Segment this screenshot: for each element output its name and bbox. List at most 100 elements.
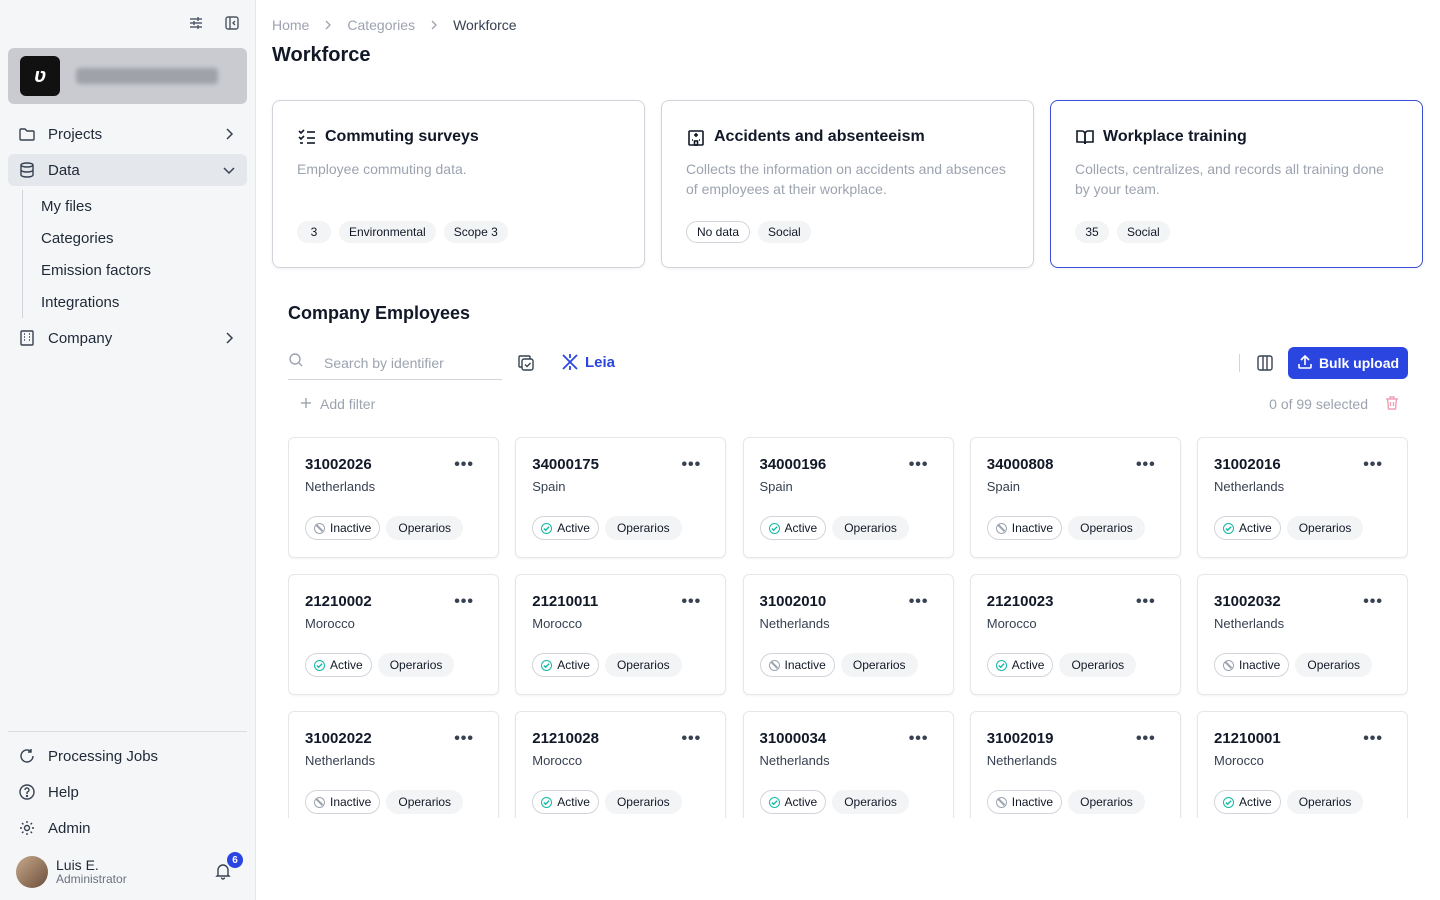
employee-country: Netherlands — [759, 616, 830, 631]
employee-card[interactable]: 21210023 Morocco ••• Active Operarios — [969, 574, 1181, 695]
bulk-upload-label: Bulk upload — [1318, 355, 1400, 371]
page-title: Workforce — [272, 44, 371, 66]
trash-icon[interactable] — [1384, 395, 1400, 416]
search-input[interactable] — [324, 354, 494, 371]
employee-card[interactable]: 31000034 Netherlands ••• Active Operario… — [742, 711, 954, 818]
more-options-icon[interactable]: ••• — [909, 456, 929, 474]
employee-card[interactable]: 34000175 Spain ••• Active Operarios — [515, 437, 727, 558]
copy-check-icon[interactable] — [517, 354, 535, 377]
subnav-item-integrations[interactable]: Integrations — [23, 286, 247, 318]
employee-grid: 31002026 Netherlands ••• Inactive Operar… — [288, 437, 1408, 818]
hospital-icon — [686, 127, 706, 147]
employee-card[interactable]: 31002026 Netherlands ••• Inactive Operar… — [288, 437, 499, 558]
employee-card[interactable]: 21210001 Morocco ••• Active Operarios — [1197, 711, 1408, 818]
building-icon — [18, 329, 36, 347]
category-tag: Social — [758, 221, 811, 243]
more-options-icon[interactable]: ••• — [1363, 593, 1383, 611]
status-label: Active — [557, 658, 590, 672]
more-options-icon[interactable]: ••• — [1136, 593, 1156, 611]
employee-grid-scroll[interactable]: 31002026 Netherlands ••• Inactive Operar… — [288, 437, 1408, 818]
check-circle-icon — [768, 796, 780, 808]
checklist-icon — [297, 127, 317, 147]
employees-toolbar: Leia Bulk upload — [288, 346, 1408, 380]
category-card-accidents-absenteeism[interactable]: Accidents and absenteeism Collects the i… — [661, 100, 1034, 268]
nav-item-company[interactable]: Company — [8, 322, 247, 354]
organization-switcher[interactable]: ʋ — [8, 48, 247, 104]
more-options-icon[interactable]: ••• — [1363, 730, 1383, 748]
role-badge: Operarios — [832, 516, 909, 540]
employee-card[interactable]: 21210028 Morocco ••• Active Operarios — [515, 711, 727, 818]
role-badge: Operarios — [840, 653, 918, 677]
employee-card[interactable]: 31002010 Netherlands ••• Inactive Operar… — [742, 574, 954, 695]
category-card-commuting-surveys[interactable]: Commuting surveys Employee commuting dat… — [272, 100, 645, 268]
bulk-upload-button[interactable]: Bulk upload — [1288, 347, 1408, 379]
book-icon — [1075, 127, 1095, 147]
leia-ai-button[interactable]: Leia — [561, 353, 615, 371]
employee-country: Netherlands — [759, 753, 830, 768]
user-profile[interactable]: Luis E. Administrator — [16, 856, 127, 888]
search-icon — [288, 352, 304, 373]
employee-card[interactable]: 31002016 Netherlands ••• Active Operario… — [1197, 437, 1408, 558]
nav-item-label: Projects — [48, 125, 103, 143]
category-description: Collects the information on accidents an… — [686, 161, 1006, 197]
nav-item-admin[interactable]: Admin — [8, 812, 247, 844]
role-badge: Operarios — [1286, 790, 1364, 814]
breadcrumb-categories[interactable]: Categories — [347, 17, 415, 33]
nav-item-processing-jobs[interactable]: Processing Jobs — [8, 740, 247, 772]
organization-name-redacted — [76, 68, 218, 84]
category-count-badge: 3 — [297, 221, 331, 243]
breadcrumb-home[interactable]: Home — [272, 17, 309, 33]
check-circle-icon — [768, 522, 780, 534]
more-options-icon[interactable]: ••• — [1136, 730, 1156, 748]
sidebar-top-actions — [187, 14, 241, 32]
employee-card[interactable]: 31002032 Netherlands ••• Inactive Operar… — [1197, 574, 1408, 695]
role-badge: Operarios — [604, 516, 682, 540]
employee-card[interactable]: 34000808 Spain ••• Inactive Operarios — [969, 437, 1181, 558]
category-card-workplace-training[interactable]: Workplace training Collects, centralizes… — [1050, 100, 1423, 268]
more-options-icon[interactable]: ••• — [1363, 456, 1383, 474]
ban-icon — [1223, 659, 1234, 671]
more-options-icon[interactable]: ••• — [454, 593, 474, 611]
user-role: Administrator — [56, 872, 127, 887]
status-badge: Active — [1214, 790, 1281, 814]
main-content: Home Categories Workforce Workforce Comm… — [256, 0, 1440, 900]
employee-card[interactable]: 31002022 Netherlands ••• Inactive Operar… — [288, 711, 499, 818]
more-options-icon[interactable]: ••• — [454, 456, 474, 474]
employee-card[interactable]: 21210002 Morocco ••• Active Operarios — [288, 574, 499, 695]
upload-icon — [1297, 354, 1313, 373]
nav-item-data[interactable]: Data — [8, 154, 247, 186]
more-options-icon[interactable]: ••• — [681, 730, 701, 748]
subnav-item-emission-factors[interactable]: Emission factors — [23, 254, 247, 286]
more-options-icon[interactable]: ••• — [681, 593, 701, 611]
subnav-item-categories[interactable]: Categories — [23, 222, 247, 254]
category-count-badge: No data — [686, 221, 751, 243]
employee-card[interactable]: 34000196 Spain ••• Active Operarios — [742, 437, 954, 558]
subnav-item-my-files[interactable]: My files — [23, 190, 247, 222]
more-options-icon[interactable]: ••• — [1136, 456, 1156, 474]
category-tag: Scope 3 — [443, 221, 508, 243]
status-badge: Inactive — [986, 516, 1063, 540]
nav-item-help[interactable]: Help — [8, 776, 247, 808]
columns-icon[interactable] — [1256, 354, 1274, 377]
more-options-icon[interactable]: ••• — [909, 593, 929, 611]
check-circle-icon — [541, 796, 553, 808]
nav-item-projects[interactable]: Projects — [8, 118, 247, 150]
status-badge: Inactive — [305, 516, 381, 540]
employee-card[interactable]: 31002019 Netherlands ••• Inactive Operar… — [969, 711, 1181, 818]
add-filter-button[interactable]: Add filter — [300, 396, 375, 412]
collapse-sidebar-icon[interactable] — [223, 14, 241, 32]
user-name: Luis E. — [56, 856, 99, 873]
status-badge: Active — [759, 790, 827, 814]
employee-card[interactable]: 21210011 Morocco ••• Active Operarios — [515, 574, 727, 695]
status-label: Inactive — [330, 521, 372, 535]
more-options-icon[interactable]: ••• — [909, 730, 929, 748]
status-label: Active — [784, 521, 818, 535]
folder-icon — [18, 125, 36, 143]
more-options-icon[interactable]: ••• — [681, 456, 701, 474]
plus-icon — [300, 396, 312, 412]
more-options-icon[interactable]: ••• — [454, 730, 474, 748]
search-box — [288, 346, 502, 380]
sliders-icon[interactable] — [187, 14, 205, 32]
status-badge: Inactive — [759, 653, 835, 677]
employee-country: Netherlands — [305, 753, 376, 768]
